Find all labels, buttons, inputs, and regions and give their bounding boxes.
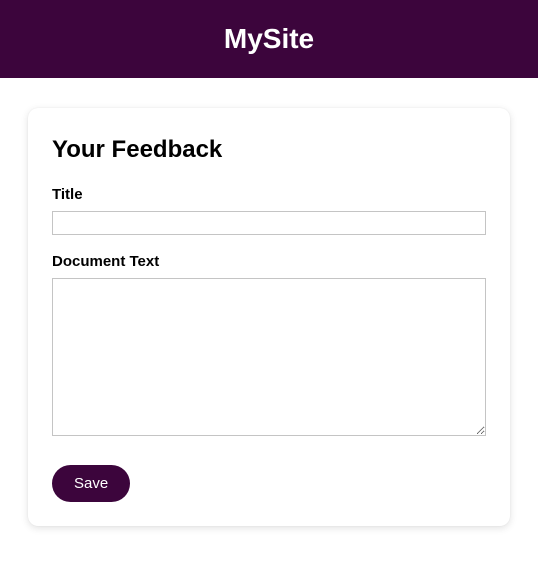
card-heading: Your Feedback	[52, 136, 486, 164]
document-text-label: Document Text	[52, 253, 486, 270]
document-text-input[interactable]	[52, 278, 486, 436]
main-content: Your Feedback Title Document Text Save	[0, 78, 538, 556]
site-title: MySite	[224, 23, 314, 55]
title-field-group: Title	[52, 186, 486, 235]
feedback-card: Your Feedback Title Document Text Save	[28, 108, 510, 526]
title-input[interactable]	[52, 211, 486, 235]
save-button[interactable]: Save	[52, 465, 130, 502]
document-text-field-group: Document Text	[52, 253, 486, 441]
title-label: Title	[52, 186, 486, 203]
site-header: MySite	[0, 0, 538, 78]
